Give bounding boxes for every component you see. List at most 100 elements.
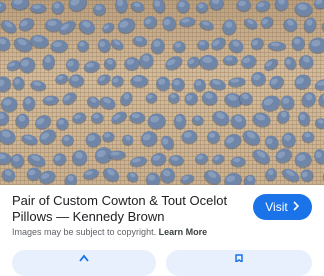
ocelot-spot — [250, 37, 264, 51]
ocelot-spot — [21, 134, 38, 146]
ocelot-spot — [191, 115, 204, 127]
ocelot-spot — [130, 1, 145, 13]
ocelot-spot — [298, 55, 314, 70]
ocelot-spot — [10, 153, 25, 169]
ocelot-spot — [228, 39, 244, 54]
ocelot-spot — [110, 39, 124, 51]
ocelot-spot — [56, 117, 69, 131]
ocelot-spot — [99, 96, 116, 111]
ocelot-spot — [264, 58, 279, 72]
ocelot-spot — [102, 167, 120, 183]
ocelot-spot — [111, 75, 124, 88]
ocelot-spot — [294, 152, 312, 169]
result-image[interactable] — [0, 0, 324, 185]
ocelot-spot — [0, 1, 7, 14]
result-title[interactable]: Pair of Custom Cowton & Tout Ocelot Pill… — [12, 193, 244, 225]
ocelot-spot — [62, 92, 77, 106]
save-icon — [234, 254, 244, 265]
ocelot-spot — [321, 21, 324, 36]
chevron-right-icon — [292, 200, 300, 214]
ocelot-spot — [0, 96, 18, 113]
ocelot-spot — [318, 93, 324, 109]
save-button[interactable] — [166, 250, 312, 276]
ocelot-spot — [129, 112, 146, 125]
ocelot-spot — [12, 76, 25, 91]
copyright-text: Images may be subject to copyright. — [12, 227, 157, 237]
ocelot-spot — [114, 0, 128, 14]
ocelot-spot — [0, 111, 10, 127]
ocelot-spot — [97, 74, 111, 86]
ocelot-spot — [0, 36, 11, 52]
ocelot-spot — [102, 131, 115, 143]
ocelot-spot — [15, 113, 30, 129]
ocelot-spot — [276, 110, 290, 125]
ocelot-spot — [252, 149, 271, 165]
ocelot-spot — [150, 153, 167, 167]
ocelot-spot — [117, 18, 136, 35]
ocelot-spot — [241, 55, 257, 70]
ocelot-spot — [209, 78, 226, 91]
ocelot-spot — [181, 130, 198, 145]
ocelot-spot — [297, 111, 311, 127]
visit-button[interactable]: Visit — [253, 194, 312, 220]
ocelot-spot — [197, 39, 210, 51]
ocelot-spot — [281, 168, 300, 183]
ocelot-spot — [77, 40, 90, 53]
ocelot-spot — [155, 76, 171, 92]
ocelot-spot — [22, 96, 36, 112]
ocelot-spot — [291, 36, 305, 52]
ocelot-spot — [265, 168, 277, 182]
ocelot-spot — [265, 135, 279, 151]
ocelot-spot — [68, 0, 88, 13]
ocelot-spot — [171, 77, 185, 92]
ocelot-spot — [179, 17, 196, 28]
ocelot-spot — [301, 131, 315, 144]
ocelot-spot — [303, 17, 317, 34]
ocelot-spot — [55, 74, 69, 85]
ocelot-spot — [212, 111, 230, 127]
ocelot-spot — [283, 18, 298, 33]
ocelot-spot — [147, 113, 166, 130]
ocelot-spot — [195, 2, 209, 14]
ocelot-spot — [194, 153, 209, 165]
ocelot-spot — [255, 0, 271, 13]
ocelot-spot — [53, 153, 67, 167]
ocelot-spot — [102, 22, 115, 34]
ocelot-spot — [269, 75, 285, 90]
ocelot-spot — [176, 0, 190, 14]
share-button[interactable] — [12, 250, 156, 276]
ocelot-spot — [252, 112, 271, 128]
ocelot-spot — [224, 172, 243, 185]
ocelot-spot — [294, 2, 313, 18]
ocelot-spot — [19, 57, 36, 74]
ocelot-spot — [199, 55, 219, 71]
ocelot-spot — [90, 112, 104, 125]
ocelot-spot — [228, 77, 246, 88]
ocelot-spot — [0, 152, 12, 166]
ocelot-spot — [230, 114, 247, 130]
ocelot-spot — [97, 38, 111, 54]
ocelot-spot — [103, 58, 117, 71]
ocelot-spot — [314, 118, 324, 130]
ocelot-spot — [222, 19, 237, 36]
ocelot-spot — [301, 92, 316, 108]
ocelot-spot — [0, 20, 17, 34]
ocelot-spot — [27, 153, 46, 168]
ocelot-spot — [224, 133, 242, 150]
ocelot-spot — [242, 130, 261, 147]
ocelot-spot — [30, 80, 47, 92]
ocelot-spot — [193, 78, 207, 93]
ocelot-spot — [184, 92, 199, 106]
ocelot-spot — [260, 16, 274, 29]
ocelot-spot — [172, 41, 186, 54]
ocelot-spot — [173, 113, 187, 130]
ocelot-spot — [145, 92, 158, 104]
ocelot-spot — [126, 171, 139, 183]
ocelot-spot — [124, 57, 140, 72]
learn-more-link[interactable]: Learn More — [159, 227, 208, 237]
ocelot-spot — [160, 168, 176, 184]
ocelot-spot — [199, 20, 214, 31]
ocelot-spot — [83, 60, 101, 74]
ocelot-spot — [168, 92, 180, 105]
ocelot-spot — [313, 0, 324, 10]
